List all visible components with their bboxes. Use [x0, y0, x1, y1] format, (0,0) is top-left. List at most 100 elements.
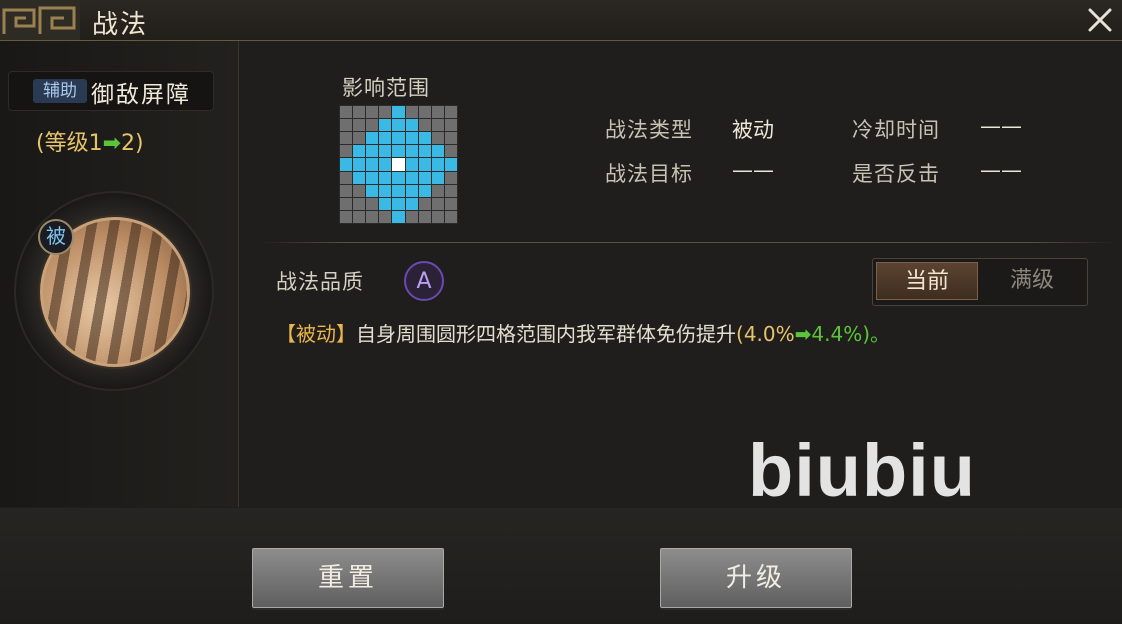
range-cell-affected — [379, 119, 392, 132]
range-cell — [431, 106, 444, 119]
title-ornament-icon — [0, 0, 80, 40]
range-cell-affected — [392, 210, 405, 223]
range-cell-affected — [405, 184, 418, 197]
range-cell-affected — [392, 106, 405, 119]
level-change: (等级1➡2) — [36, 125, 144, 157]
range-cell — [379, 106, 392, 119]
range-cell — [353, 184, 366, 197]
range-cell-affected — [405, 171, 418, 184]
description-tag: 【被动】 — [276, 322, 356, 346]
upgrade-button[interactable]: 升级 — [660, 548, 852, 608]
description-arrow-icon: ➡ — [794, 322, 812, 346]
range-cell — [444, 132, 457, 145]
range-cell-affected — [418, 184, 431, 197]
range-cell-affected — [431, 171, 444, 184]
range-cell-affected — [379, 132, 392, 145]
range-cell-affected — [366, 184, 379, 197]
section-divider — [258, 242, 1118, 243]
level-from: 1 — [88, 131, 103, 156]
range-cell — [444, 210, 457, 223]
reset-button[interactable]: 重置 — [252, 548, 444, 608]
range-cell — [444, 197, 457, 210]
range-cell-affected — [444, 158, 457, 171]
watermark: biubiu — [748, 429, 976, 512]
quality-grade-badge: A — [404, 261, 444, 301]
range-cell — [366, 197, 379, 210]
range-cell — [431, 132, 444, 145]
range-cell-affected — [405, 197, 418, 210]
tab-max-level[interactable]: 满级 — [981, 262, 1083, 300]
range-cell-affected — [418, 132, 431, 145]
level-prefix: (等级 — [36, 131, 89, 156]
range-cell — [418, 119, 431, 132]
range-cell — [431, 197, 444, 210]
range-cell — [444, 119, 457, 132]
range-cell — [366, 106, 379, 119]
range-cell — [353, 106, 366, 119]
counterattack-label: 是否反击 — [852, 162, 940, 186]
range-cell-affected — [366, 171, 379, 184]
range-cell — [340, 171, 353, 184]
range-cell — [353, 210, 366, 223]
range-cell — [418, 210, 431, 223]
range-cell — [340, 119, 353, 132]
range-cell-affected — [340, 158, 353, 171]
skill-name-box: 辅助 御敌屏障 — [8, 71, 214, 111]
title-bar: 战法 — [0, 0, 1122, 41]
range-cell — [379, 210, 392, 223]
counterattack-value: —— — [980, 158, 1022, 182]
range-cell-affected — [405, 132, 418, 145]
range-cell — [444, 106, 457, 119]
range-cell — [366, 210, 379, 223]
range-cell-affected — [392, 145, 405, 158]
range-cell — [340, 145, 353, 158]
range-cell-affected — [392, 119, 405, 132]
description-old-value: 4.0% — [743, 322, 795, 346]
range-grid — [339, 105, 458, 224]
range-cell-affected — [353, 158, 366, 171]
range-cell — [431, 184, 444, 197]
bottom-action-bar: 重置 升级 — [0, 508, 1122, 624]
range-cell-affected — [366, 145, 379, 158]
close-icon[interactable] — [1084, 4, 1116, 36]
description-close: )。 — [862, 322, 891, 346]
range-cell-affected — [366, 132, 379, 145]
range-cell-affected — [392, 197, 405, 210]
range-cell-affected — [353, 171, 366, 184]
range-label: 影响范围 — [342, 76, 430, 100]
level-arrow-icon: ➡ — [102, 131, 122, 156]
skill-target-value: —— — [732, 158, 774, 182]
range-cell-affected — [379, 145, 392, 158]
range-cell — [340, 184, 353, 197]
description-text: 自身周围圆形四格范围内我军群体免伤提升 — [356, 322, 736, 346]
level-to: 2 — [121, 131, 136, 156]
description-open-paren: ( — [736, 322, 744, 346]
range-cell-affected — [405, 145, 418, 158]
range-cell — [418, 197, 431, 210]
range-cell — [353, 132, 366, 145]
range-cell-affected — [392, 171, 405, 184]
range-cell-affected — [379, 184, 392, 197]
tab-current[interactable]: 当前 — [876, 262, 978, 300]
skill-sidebar: 辅助 御敌屏障 (等级1➡2) 被 — [0, 41, 239, 507]
level-view-toggle: 当前 满级 — [872, 258, 1088, 306]
range-cell-affected — [379, 158, 392, 171]
skill-description: 【被动】自身周围圆形四格范围内我军群体免伤提升(4.0%➡4.4%)。 — [276, 318, 890, 347]
window-title: 战法 — [92, 10, 149, 40]
skill-tag-badge: 辅助 — [33, 79, 87, 103]
range-cell-affected — [392, 132, 405, 145]
range-cell-affected — [431, 145, 444, 158]
range-cell — [431, 210, 444, 223]
description-new-value: 4.4% — [811, 322, 863, 346]
range-cell — [366, 119, 379, 132]
range-cell-affected — [392, 184, 405, 197]
range-cell-affected — [353, 145, 366, 158]
range-cell-affected — [405, 119, 418, 132]
quality-label: 战法品质 — [276, 270, 364, 294]
range-cell-affected — [379, 197, 392, 210]
range-cell — [405, 210, 418, 223]
range-cell-affected — [379, 171, 392, 184]
skill-portrait-frame: 被 — [14, 191, 214, 391]
cooldown-value: —— — [980, 114, 1022, 138]
range-cell — [405, 106, 418, 119]
